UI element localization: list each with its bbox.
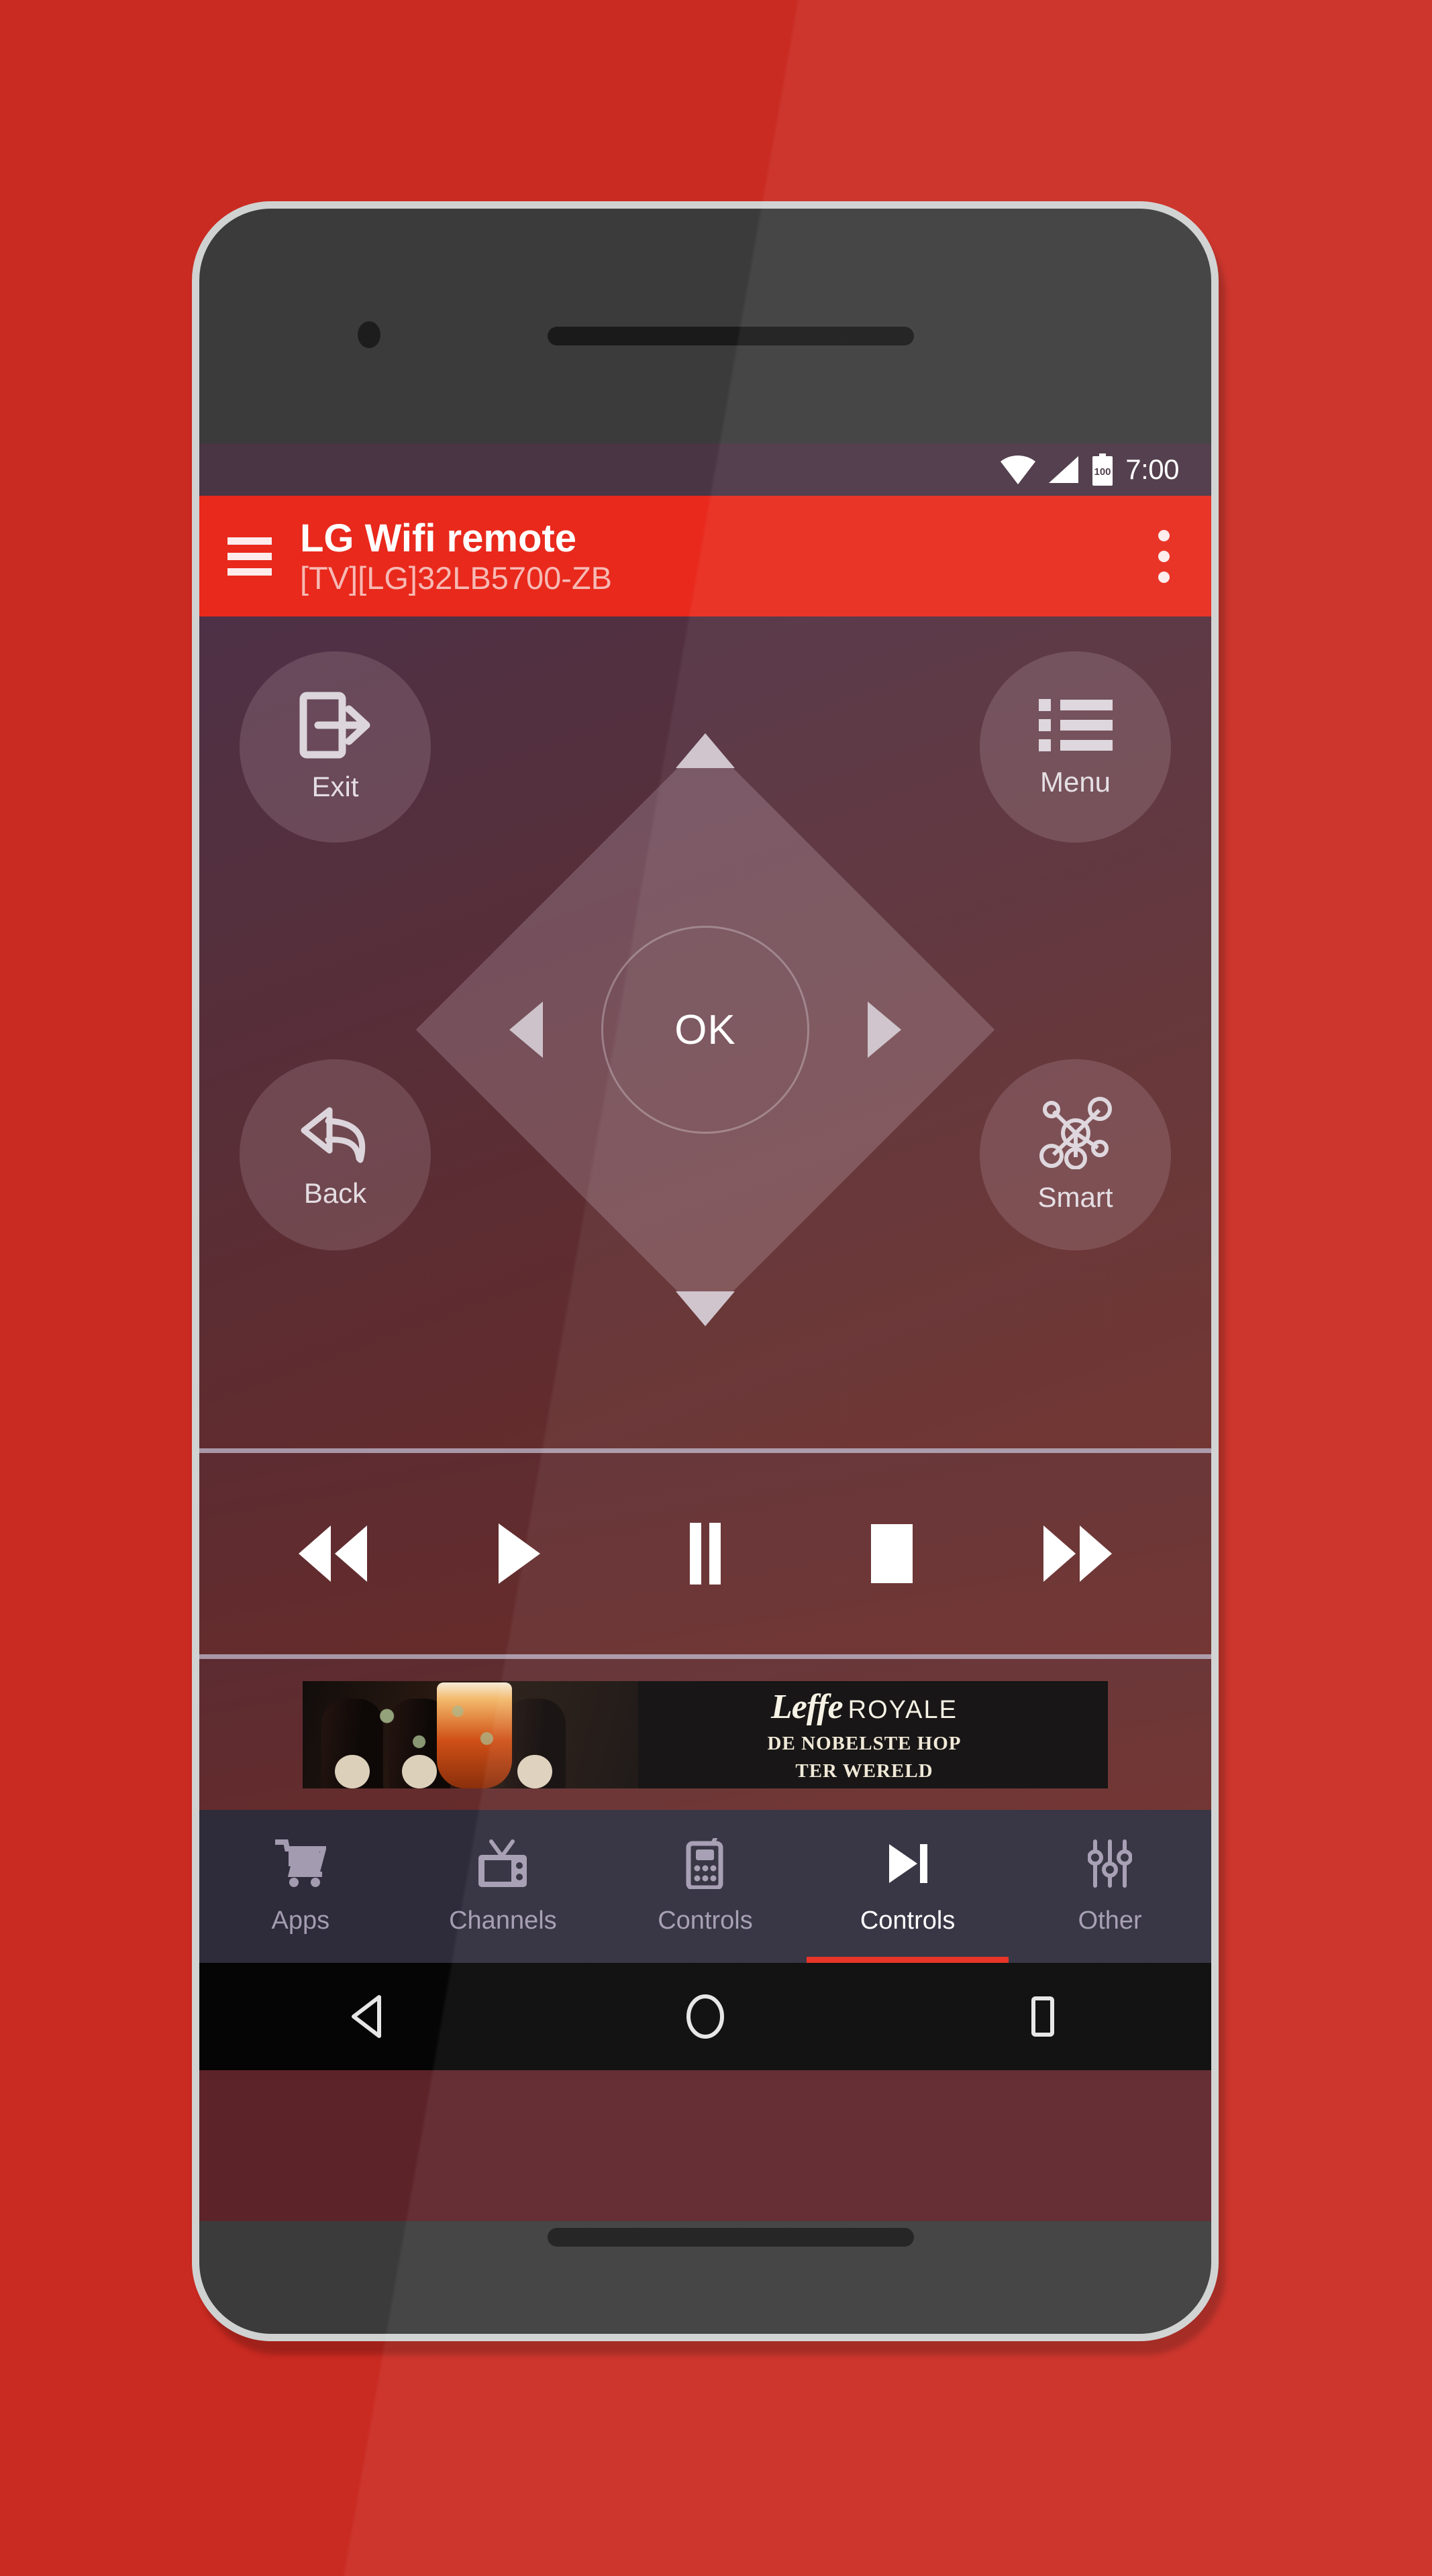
skip-next-icon [886,1838,929,1889]
ad-tagline-line2: TER WERELD [795,1760,933,1782]
list-menu-icon [1038,698,1113,751]
fast-forward-icon [1043,1525,1113,1582]
ok-button-label: OK [674,1006,736,1053]
play-button[interactable] [462,1497,576,1611]
connected-device-label: [TV][LG]32LB5700-ZB [300,559,613,596]
menu-button[interactable]: Menu [980,651,1171,843]
rewind-button[interactable] [276,1497,390,1611]
pause-button[interactable] [648,1497,762,1611]
menu-button-label: Menu [1039,765,1111,798]
nav-label-channels: Channels [449,1906,557,1935]
android-back-button[interactable] [321,1970,415,2063]
directional-pad: OK [415,654,995,1405]
android-navigation-bar [199,1963,1211,2070]
fast-forward-button[interactable] [1021,1497,1135,1611]
arrow-down-icon [676,1291,735,1326]
nav-label-controls-remote: Controls [658,1906,753,1935]
back-button-label: Back [303,1177,367,1209]
dpad-up-button[interactable] [676,733,735,768]
arrow-left-icon [509,1002,543,1058]
ad-creative[interactable]: Leffe ROYALE DE NOBELSTE HOP TER WERELD [303,1680,1108,1788]
ad-text-block: Leffe ROYALE DE NOBELSTE HOP TER WERELD [638,1681,1108,1788]
nav-item-apps[interactable]: Apps [199,1810,402,1963]
android-home-icon [686,1994,724,2039]
exit-button-label: Exit [311,770,359,802]
rewind-icon [298,1525,367,1582]
android-recents-button[interactable] [996,1970,1090,2063]
back-button[interactable]: Back [240,1059,431,1250]
shopping-cart-icon [274,1838,326,1889]
smart-button-label: Smart [1037,1181,1113,1213]
phone-screen: 100 7:00 LG Wifi remote [TV][LG]32LB5700… [199,443,1211,2221]
front-camera-icon [358,321,380,348]
earpiece-speaker [548,327,914,345]
remote-dpad-panel: Exit Menu Back Smart OK [199,616,1211,1448]
ad-tagline-line1: DE NOBELSTE HOP [767,1732,962,1754]
television-icon [476,1838,529,1889]
pause-icon [689,1523,721,1585]
ad-artwork [303,1680,638,1788]
nav-label-controls-media: Controls [860,1906,956,1935]
phone-top-bezel [199,209,1211,443]
smart-button[interactable]: Smart [980,1059,1171,1250]
wifi-icon [1001,455,1036,484]
stop-icon [870,1524,913,1583]
dpad-right-button[interactable] [868,1002,901,1058]
exit-door-arrow-icon [299,692,370,758]
advertisement-banner: Leffe ROYALE DE NOBELSTE HOP TER WERELD [199,1659,1211,1810]
hamburger-menu-icon[interactable] [199,496,300,616]
battery-icon: 100 [1092,453,1113,486]
ad-brand-subname: ROYALE [848,1695,958,1724]
media-controls-row [199,1453,1211,1654]
exit-button[interactable]: Exit [240,651,431,843]
divider-above-media [199,1448,1211,1453]
app-bar: LG Wifi remote [TV][LG]32LB5700-ZB [199,496,1211,616]
arrow-right-icon [868,1002,901,1058]
arrow-up-icon [676,733,735,768]
divider-below-media [199,1654,1211,1659]
nav-item-other[interactable]: Other [1009,1810,1211,1963]
phone-device: 100 7:00 LG Wifi remote [TV][LG]32LB5700… [192,201,1219,2341]
ad-hops-foliage [364,1691,525,1772]
android-back-icon [352,1995,382,2038]
ok-button[interactable]: OK [601,926,809,1134]
remote-control-icon [686,1837,725,1889]
android-recents-icon [1031,1996,1054,2037]
nav-item-channels[interactable]: Channels [402,1810,605,1963]
nav-label-other: Other [1078,1906,1142,1935]
ad-brand-name: Leffe [771,1687,843,1726]
overflow-menu-icon[interactable] [1140,519,1187,593]
bottom-navigation-bar: Apps Channels Controls Controls Other [199,1810,1211,1963]
cellular-signal-icon [1049,456,1079,483]
nav-item-controls-remote[interactable]: Controls [604,1810,807,1963]
stop-button[interactable] [835,1497,949,1611]
status-bar-clock: 7:00 [1125,453,1179,485]
android-home-button[interactable] [658,1970,752,2063]
sliders-icon [1088,1838,1133,1889]
nav-item-controls-media[interactable]: Controls [806,1810,1009,1963]
page-title: LG Wifi remote [300,516,576,560]
svg-text:100: 100 [1094,466,1111,478]
active-tab-indicator [806,1957,1009,1963]
smart-hub-network-icon [1039,1096,1112,1169]
play-icon [499,1523,541,1584]
status-bar: 100 7:00 [199,443,1211,496]
dpad-down-button[interactable] [676,1291,735,1326]
ad-logo-row: Leffe ROYALE [771,1687,958,1727]
dpad-left-button[interactable] [509,1002,543,1058]
bottom-speaker [548,2228,914,2247]
app-bar-titles: LG Wifi remote [TV][LG]32LB5700-ZB [300,519,612,594]
back-reply-arrow-icon [301,1107,365,1163]
nav-label-apps: Apps [271,1906,330,1935]
